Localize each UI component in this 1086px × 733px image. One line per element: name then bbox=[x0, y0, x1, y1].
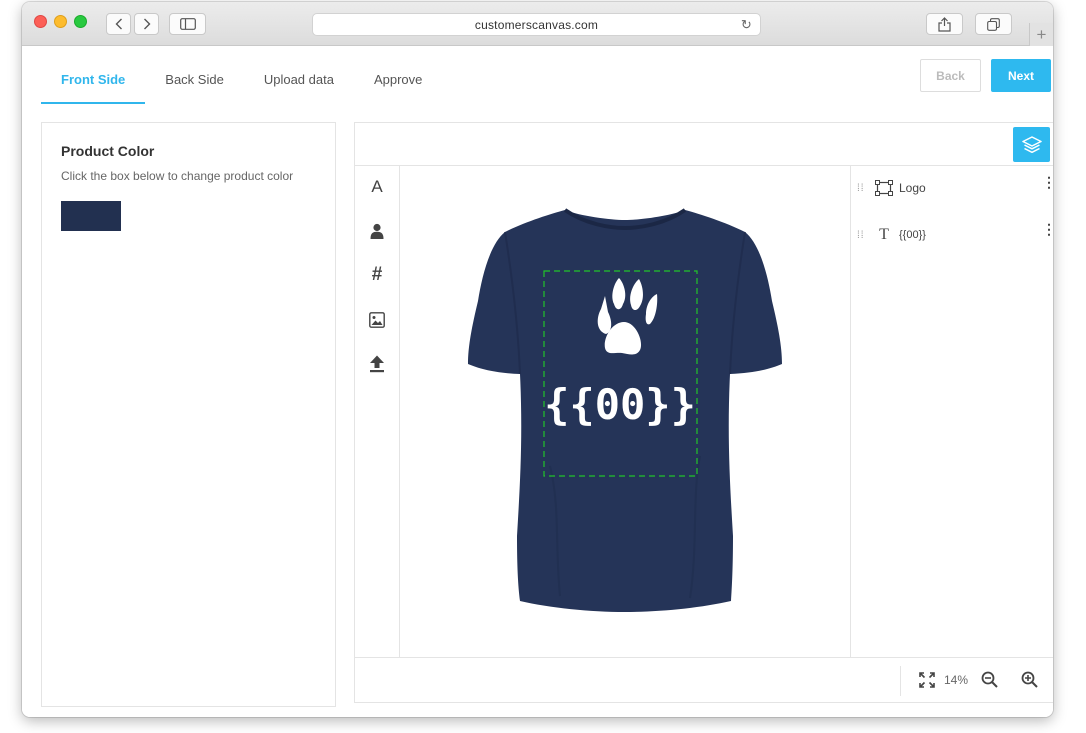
product-color-title: Product Color bbox=[61, 143, 155, 159]
upload-tool[interactable] bbox=[366, 353, 388, 375]
zoom-level: 14% bbox=[944, 673, 969, 687]
browser-window: customerscanvas.com ↻ + Front Side Back … bbox=[22, 2, 1053, 717]
add-image-tool[interactable] bbox=[366, 309, 388, 331]
address-bar[interactable]: customerscanvas.com ↻ bbox=[312, 13, 761, 36]
editor-bottom-bar: 14% bbox=[355, 657, 1053, 704]
drag-handle-icon[interactable]: ⁞⁞ bbox=[857, 230, 869, 240]
product-color-panel: Product Color Click the box below to cha… bbox=[41, 122, 336, 707]
new-tab-button[interactable]: + bbox=[1029, 23, 1053, 46]
layers-panel: ⁞⁞ Logo ⋮ ⁞⁞ T {{00}} ⋮ bbox=[850, 166, 1053, 657]
close-window-button[interactable] bbox=[34, 15, 47, 28]
design-canvas[interactable]: {{00}} bbox=[400, 166, 851, 657]
browser-forward-button[interactable] bbox=[134, 13, 159, 35]
tab-approve[interactable]: Approve bbox=[354, 66, 442, 104]
layer-item-logo[interactable]: ⁞⁞ Logo ⋮ bbox=[851, 175, 1053, 201]
chevron-right-icon bbox=[143, 18, 150, 30]
add-placeholder-tool[interactable]: # bbox=[366, 264, 388, 286]
tab-front-side[interactable]: Front Side bbox=[41, 66, 146, 104]
tabs-icon bbox=[987, 17, 1000, 31]
tab-upload-data[interactable]: Upload data bbox=[244, 66, 354, 104]
share-icon bbox=[938, 16, 951, 32]
layers-toggle-button[interactable] bbox=[1013, 127, 1050, 162]
tshirt-mockup: {{00}} bbox=[468, 208, 782, 612]
editor-top-bar bbox=[355, 123, 1053, 166]
chevron-left-icon bbox=[115, 18, 122, 30]
add-clipart-tool[interactable] bbox=[366, 220, 388, 242]
zoom-in-icon bbox=[1021, 671, 1038, 688]
tabs-overview-button[interactable] bbox=[975, 13, 1012, 35]
clipart-icon bbox=[370, 223, 384, 239]
color-swatch[interactable] bbox=[61, 201, 121, 231]
design-text[interactable]: {{00}} bbox=[544, 380, 696, 429]
share-button[interactable] bbox=[926, 13, 963, 35]
hashtag-icon: # bbox=[371, 264, 383, 285]
tools-sidebar: A # bbox=[355, 166, 400, 657]
fullscreen-icon bbox=[919, 672, 935, 688]
image-layer-icon bbox=[873, 178, 895, 198]
sidebar-icon bbox=[179, 18, 196, 30]
text-layer-icon: T bbox=[873, 225, 895, 245]
reload-icon[interactable]: ↻ bbox=[741, 17, 752, 33]
step-tabs: Front Side Back Side Upload data Approve bbox=[41, 66, 442, 104]
layer-name: Logo bbox=[899, 181, 926, 195]
layer-name: {{00}} bbox=[899, 229, 926, 241]
layer-menu-icon[interactable]: ⋮ bbox=[1042, 175, 1053, 189]
back-button[interactable]: Back bbox=[920, 59, 981, 92]
upload-icon bbox=[370, 355, 384, 373]
next-button[interactable]: Next bbox=[991, 59, 1051, 92]
design-editor: A # {{00}} ⁞⁞ Logo ⋮ ⁞⁞ T {{00}} ⋮ 14% bbox=[354, 122, 1053, 703]
maximize-window-button[interactable] bbox=[74, 15, 87, 28]
drag-handle-icon[interactable]: ⁞⁞ bbox=[857, 183, 869, 193]
layer-menu-icon[interactable]: ⋮ bbox=[1042, 222, 1053, 236]
divider bbox=[900, 666, 901, 696]
zoom-out-button[interactable] bbox=[979, 669, 1001, 691]
zoom-in-button[interactable] bbox=[1019, 669, 1041, 691]
app-area: Front Side Back Side Upload data Approve… bbox=[22, 46, 1053, 717]
browser-titlebar: customerscanvas.com ↻ + bbox=[22, 2, 1053, 46]
browser-back-button[interactable] bbox=[106, 13, 131, 35]
fit-to-screen-button[interactable] bbox=[916, 669, 938, 691]
tab-back-side[interactable]: Back Side bbox=[145, 66, 244, 104]
url-text: customerscanvas.com bbox=[474, 17, 599, 32]
add-text-tool[interactable]: A bbox=[366, 176, 388, 198]
zoom-out-icon bbox=[981, 671, 998, 688]
layers-icon bbox=[1021, 135, 1042, 153]
minimize-window-button[interactable] bbox=[54, 15, 67, 28]
image-icon bbox=[369, 312, 385, 328]
text-icon: A bbox=[371, 177, 383, 196]
text-layer-glyph: T bbox=[879, 226, 889, 243]
sidebar-toggle-button[interactable] bbox=[169, 13, 206, 35]
layer-item-text[interactable]: ⁞⁞ T {{00}} ⋮ bbox=[851, 222, 1053, 248]
product-color-hint: Click the box below to change product co… bbox=[61, 169, 294, 183]
